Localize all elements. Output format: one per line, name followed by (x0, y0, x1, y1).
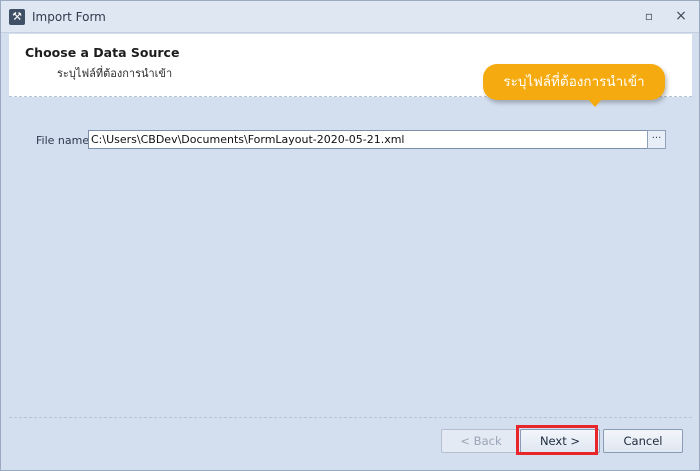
title-bar[interactable]: ⚒ Import Form ▫ × (1, 1, 699, 33)
restore-button[interactable]: ▫ (641, 9, 657, 23)
file-name-input[interactable] (88, 130, 651, 149)
page-title: Choose a Data Source (25, 45, 180, 60)
page-subtitle: ระบุไฟล์ที่ต้องการนำเข้า (57, 67, 173, 80)
close-button[interactable]: × (673, 9, 689, 23)
wrench-icon: ⚒ (9, 9, 25, 25)
footer-divider (9, 417, 692, 418)
import-form-window: ⚒ Import Form ▫ × Choose a Data Source ร… (0, 0, 700, 471)
browse-button[interactable]: ··· (647, 130, 666, 149)
back-button[interactable]: < Back (441, 429, 521, 453)
cancel-button[interactable]: Cancel (603, 429, 683, 453)
next-highlight-box (516, 425, 598, 455)
file-name-label: File name (36, 134, 90, 147)
window-title: Import Form (32, 10, 106, 24)
annotation-callout: ระบุไฟล์ที่ต้องการนำเข้า (483, 64, 665, 107)
